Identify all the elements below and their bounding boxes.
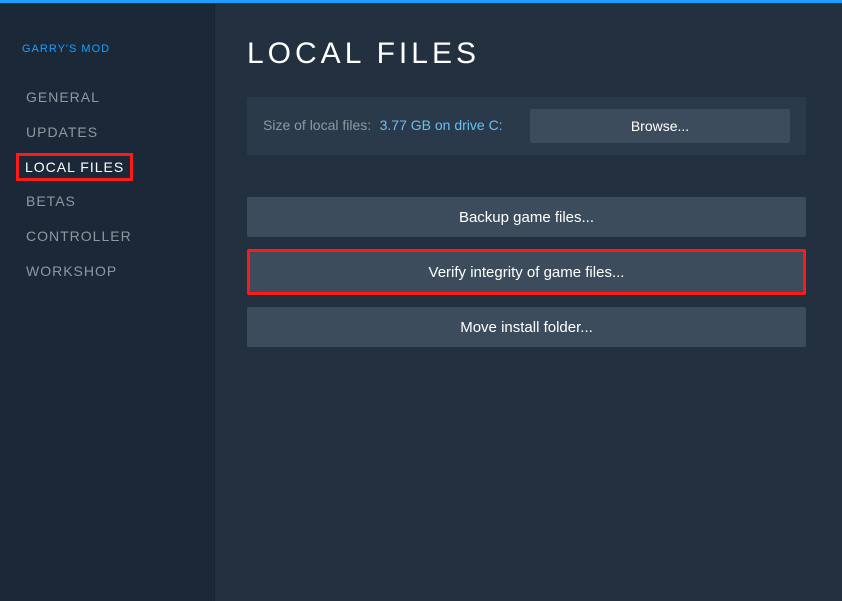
- sidebar-item-updates[interactable]: UPDATES: [22, 118, 102, 147]
- sidebar-title: GARRY'S MOD: [22, 43, 194, 55]
- verify-button[interactable]: Verify integrity of game files...: [250, 252, 803, 292]
- local-size-row: Size of local files: 3.77 GB on drive C:…: [247, 97, 806, 155]
- sidebar-item-local-files[interactable]: LOCAL FILES: [16, 153, 133, 182]
- browse-button[interactable]: Browse...: [530, 109, 790, 143]
- sidebar-item-general[interactable]: GENERAL: [22, 83, 104, 112]
- backup-button[interactable]: Backup game files...: [247, 197, 806, 237]
- main-panel: LOCAL FILES Size of local files: 3.77 GB…: [215, 3, 842, 601]
- move-folder-button[interactable]: Move install folder...: [247, 307, 806, 347]
- sidebar-item-controller[interactable]: CONTROLLER: [22, 222, 136, 251]
- size-label: Size of local files:: [263, 117, 371, 133]
- page-title: LOCAL FILES: [247, 37, 806, 71]
- sidebar-item-workshop[interactable]: WORKSHOP: [22, 257, 121, 286]
- size-value[interactable]: 3.77 GB on drive C:: [380, 117, 503, 133]
- sidebar-item-betas[interactable]: BETAS: [22, 187, 80, 216]
- sidebar: GARRY'S MOD GENERAL UPDATES LOCAL FILES …: [0, 3, 215, 601]
- verify-highlight: Verify integrity of game files...: [247, 249, 806, 295]
- container: GARRY'S MOD GENERAL UPDATES LOCAL FILES …: [0, 3, 842, 601]
